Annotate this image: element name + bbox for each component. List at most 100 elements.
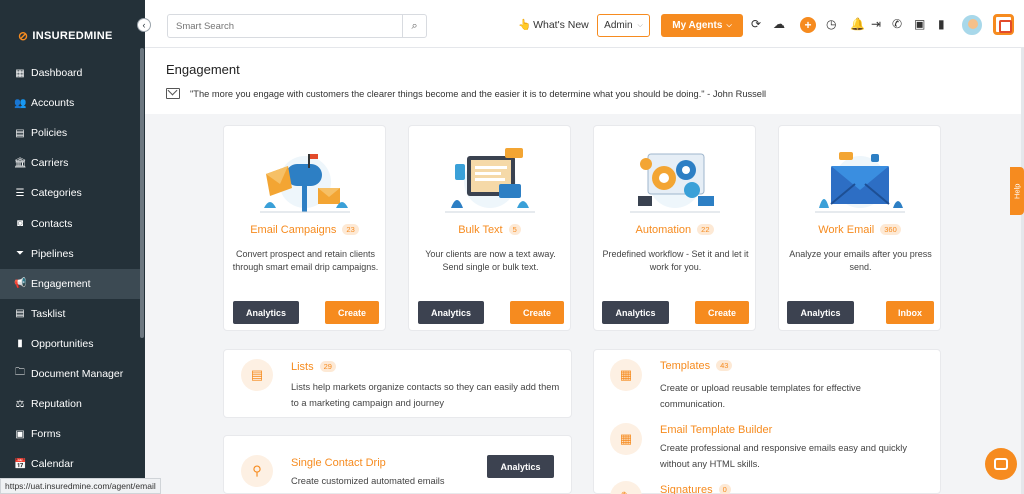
- opportunities-icon: ▮: [17, 338, 23, 350]
- page-header: Engagement "The more you engage with cus…: [145, 48, 1021, 114]
- help-tab[interactable]: Help: [1010, 167, 1024, 215]
- sidebar-item-engagement[interactable]: 📢 Engagement: [0, 268, 140, 299]
- logout-icon[interactable]: ⇥: [871, 17, 881, 31]
- add-icon[interactable]: +: [800, 17, 816, 33]
- work-email-inbox-button[interactable]: Inbox: [886, 301, 934, 324]
- chip-icon[interactable]: ▣: [914, 17, 925, 31]
- sidebar-item-label: Contacts: [31, 217, 73, 230]
- template-builder-icon: ▦: [610, 423, 642, 455]
- templates-title-label: Templates: [660, 360, 711, 372]
- card-title[interactable]: Bulk Text 5: [409, 224, 570, 236]
- sidebar-item-reputation[interactable]: ⚖ Reputation: [0, 389, 140, 419]
- sidebar-item-policies[interactable]: ▤ Policies: [0, 118, 140, 148]
- help-label: Help: [1012, 183, 1022, 199]
- single-contact-drip-panel: ⚲ Single Contact Drip Create customized …: [223, 435, 572, 494]
- card-title[interactable]: Work Email 360: [779, 224, 940, 236]
- search-icon[interactable]: ⌕: [402, 15, 426, 37]
- sidebar-item-opportunities[interactable]: ▮ Opportunities: [0, 329, 140, 359]
- templates-title[interactable]: Templates 43: [660, 360, 733, 372]
- card-title-label: Work Email: [818, 224, 875, 236]
- bulk-text-create-button[interactable]: Create: [510, 301, 564, 324]
- sidebar-item-contacts[interactable]: ◙ Contacts: [0, 208, 140, 238]
- card-bulk-text: Bulk Text 5 Your clients are now a text a…: [408, 125, 571, 331]
- email-campaigns-illustration: [260, 154, 350, 213]
- brand-logo[interactable]: ⊘ INSUREDMINE: [18, 29, 113, 43]
- categories-icon: ☰: [15, 187, 25, 199]
- sidebar-item-calendar[interactable]: 📅 Calendar: [0, 449, 140, 479]
- template-icon: ▦: [610, 359, 642, 391]
- lists-panel: ▤ Lists 29 Lists help markets organize co…: [223, 349, 572, 418]
- page-quote: "The more you engage with customers the …: [166, 88, 766, 99]
- sidebar-item-label: Carriers: [31, 157, 69, 170]
- admin-dropdown[interactable]: Admin ⌵: [597, 14, 650, 37]
- page-title: Engagement: [166, 62, 240, 77]
- top-bar: ⌕ 👆What's New Admin⌵ My Agents⌵ ⟳ ☁ + ◷ …: [145, 0, 1024, 48]
- lists-description: Lists help markets organize contacts so …: [291, 382, 560, 408]
- lists-title[interactable]: Lists 29: [291, 361, 336, 373]
- sidebar-item-dashboard[interactable]: ▦ Dashboard: [0, 58, 140, 88]
- search-input[interactable]: [168, 15, 403, 37]
- sidebar-item-carriers[interactable]: 🏛 Carriers: [0, 148, 140, 178]
- work-email-analytics-button[interactable]: Analytics: [787, 301, 854, 324]
- accounts-icon: 👥: [14, 97, 27, 109]
- sidebar-item-label: Categories: [31, 187, 82, 200]
- collapse-sidebar-button[interactable]: ‹: [137, 18, 151, 32]
- sidebar-item-tasklist[interactable]: ▤ Tasklist: [0, 299, 140, 329]
- calendar-icon: 📅: [14, 458, 27, 470]
- sidebar-scrollbar[interactable]: [140, 48, 144, 338]
- sidebar-item-accounts[interactable]: 👥 Accounts: [0, 88, 140, 118]
- single-drip-description: Create customized automated emails: [291, 476, 445, 486]
- bulk-text-analytics-button[interactable]: Analytics: [418, 301, 484, 324]
- my-agents-button[interactable]: My Agents ⌵: [661, 14, 743, 37]
- card-title[interactable]: Automation 22: [594, 224, 755, 236]
- sidebar-item-document-manager[interactable]: 🗀 Document Manager: [0, 359, 140, 389]
- smart-search: ⌕: [167, 14, 427, 38]
- sidebar-item-label: Engagement: [31, 277, 91, 290]
- folder-icon: 🗀: [15, 367, 25, 379]
- template-builder-title[interactable]: Email Template Builder: [660, 424, 772, 436]
- hand-icon: 👆: [518, 19, 532, 31]
- automation-analytics-button[interactable]: Analytics: [602, 301, 669, 324]
- signatures-title-label: Signatures: [660, 484, 713, 494]
- count-badge: 360: [880, 224, 901, 235]
- sidebar-item-categories[interactable]: ☰ Categories: [0, 178, 140, 208]
- sidebar-item-label: Pipelines: [31, 247, 74, 260]
- refresh-icon[interactable]: ⟳: [751, 17, 761, 31]
- card-title-label: Bulk Text: [458, 224, 503, 236]
- automation-create-button[interactable]: Create: [695, 301, 749, 324]
- sidebar-item-pipelines[interactable]: ⏷ Pipelines: [0, 239, 140, 269]
- brand-name: INSUREDMINE: [32, 30, 113, 42]
- single-drip-title[interactable]: Single Contact Drip: [291, 457, 386, 469]
- sidebar-item-label: Policies: [31, 127, 68, 140]
- app-switcher-icon[interactable]: [993, 14, 1014, 35]
- card-title[interactable]: Email Campaigns 23: [224, 224, 385, 236]
- quote-text: "The more you engage with customers the …: [190, 88, 767, 99]
- whats-new-label: What's New: [533, 19, 589, 31]
- logo-icon: ⊘: [18, 29, 29, 43]
- email-campaigns-create-button[interactable]: Create: [325, 301, 379, 324]
- card-work-email: Work Email 360 Analyze your emails after …: [778, 125, 941, 331]
- cloud-upload-icon[interactable]: ☁: [773, 17, 785, 31]
- count-badge: 0: [718, 484, 731, 494]
- phone-icon[interactable]: ✆: [892, 17, 902, 31]
- single-drip-analytics-button[interactable]: Analytics: [487, 455, 554, 478]
- chat-button[interactable]: [985, 448, 1017, 480]
- avatar[interactable]: [960, 13, 984, 37]
- sidebar-item-label: Dashboard: [31, 67, 83, 80]
- mobile-icon[interactable]: ▮: [938, 17, 945, 31]
- count-badge: 43: [716, 360, 733, 371]
- chevron-down-icon: ⌵: [726, 21, 732, 29]
- bell-icon[interactable]: 🔔: [850, 17, 865, 31]
- clock-icon[interactable]: ◷: [826, 17, 836, 31]
- sidebar-nav: ▦ Dashboard 👥 Accounts ▤ Policies 🏛 Carriers ☰ Ca…: [0, 58, 140, 479]
- signatures-title[interactable]: Signatures 0: [660, 484, 731, 494]
- reputation-icon: ⚖: [15, 398, 25, 410]
- sidebar-item-label: Opportunities: [31, 337, 94, 350]
- card-description: Predefined workflow - Set it and let it …: [602, 249, 749, 272]
- contacts-icon: ◙: [16, 218, 24, 230]
- card-description: Analyze your emails after you press send…: [789, 249, 932, 272]
- policies-icon: ▤: [15, 127, 25, 139]
- email-campaigns-analytics-button[interactable]: Analytics: [233, 301, 299, 324]
- whats-new-link[interactable]: 👆 What's New: [518, 18, 589, 31]
- sidebar-item-forms[interactable]: ▣ Forms: [0, 419, 140, 449]
